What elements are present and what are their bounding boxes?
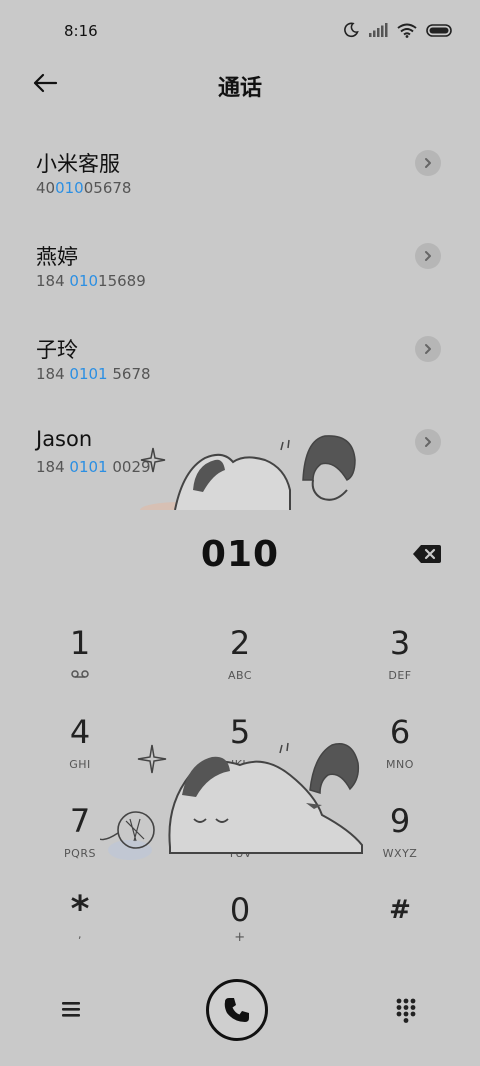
number-match: 0101 bbox=[69, 365, 108, 383]
chevron-right-icon bbox=[425, 158, 431, 168]
key-letters: TUV bbox=[228, 847, 252, 860]
chevron-right-icon bbox=[425, 437, 431, 447]
dialed-number: 010 bbox=[200, 534, 280, 575]
contact-detail-button[interactable] bbox=[415, 150, 441, 176]
status-icons bbox=[343, 22, 452, 38]
key-8[interactable]: 8 TUV bbox=[180, 803, 300, 883]
key-digit: 3 bbox=[389, 624, 411, 662]
key-digit: 8 bbox=[229, 802, 251, 840]
battery-icon bbox=[426, 23, 452, 37]
backspace-button[interactable] bbox=[412, 544, 442, 566]
key-6[interactable]: 6 MNO bbox=[340, 714, 460, 794]
key-digit: 5 bbox=[229, 713, 251, 751]
key-hash[interactable]: # bbox=[340, 892, 460, 972]
number-prefix: 184 bbox=[36, 458, 70, 476]
dial-display: 010 bbox=[0, 530, 480, 580]
number-prefix: 184 bbox=[36, 272, 70, 290]
contact-detail-button[interactable] bbox=[415, 336, 441, 362]
key-2[interactable]: 2 ABC bbox=[180, 625, 300, 705]
number-suffix: 5678 bbox=[107, 365, 151, 383]
key-3[interactable]: 3 DEF bbox=[340, 625, 460, 705]
number-suffix: 15689 bbox=[98, 272, 146, 290]
status-bar: 8:16 bbox=[0, 0, 480, 60]
key-letters: + bbox=[234, 930, 246, 945]
moon-icon bbox=[344, 22, 359, 38]
number-match: 0101 bbox=[69, 458, 108, 476]
key-letters: MNO bbox=[386, 758, 414, 771]
dialpad-icon bbox=[396, 998, 416, 1023]
number-suffix: 05678 bbox=[83, 179, 132, 197]
contact-detail-button[interactable] bbox=[415, 429, 441, 455]
signal-icon bbox=[369, 23, 388, 37]
key-letters bbox=[340, 936, 460, 950]
key-5[interactable]: 5 JKL bbox=[180, 714, 300, 794]
bottom-bar bbox=[0, 975, 480, 1055]
chevron-right-icon bbox=[425, 344, 431, 354]
contact-number: 184 01015689 bbox=[36, 272, 146, 290]
contact-name: 子玲 bbox=[36, 338, 78, 362]
key-letters: ABC bbox=[227, 669, 253, 682]
key-digit: 2 bbox=[229, 624, 251, 662]
key-letters: , bbox=[78, 928, 82, 941]
key-digit: 1 bbox=[69, 624, 91, 662]
key-digit: # bbox=[389, 895, 411, 925]
contact-item[interactable]: 子玲 184 0101 5678 bbox=[0, 316, 480, 396]
menu-button[interactable] bbox=[60, 999, 88, 1023]
key-0[interactable]: 0 + bbox=[180, 892, 300, 972]
key-digit: * bbox=[70, 889, 90, 930]
number-prefix: 40 bbox=[36, 179, 56, 197]
key-9[interactable]: 9 WXYZ bbox=[340, 803, 460, 883]
contact-number: 184 0101 0029 bbox=[36, 458, 151, 476]
key-letters: DEF bbox=[388, 669, 412, 682]
contact-detail-button[interactable] bbox=[415, 243, 441, 269]
dialpad-toggle-button[interactable] bbox=[395, 997, 419, 1025]
key-4[interactable]: 4 GHI bbox=[20, 714, 140, 794]
contact-item[interactable]: 燕婷 184 01015689 bbox=[0, 223, 480, 303]
chevron-right-icon bbox=[425, 251, 431, 261]
wifi-icon bbox=[397, 23, 417, 38]
number-match: 010 bbox=[69, 272, 99, 290]
contact-name: 小米客服 bbox=[36, 152, 120, 176]
status-time: 8:16 bbox=[64, 22, 98, 40]
key-1[interactable]: 1 bbox=[20, 625, 140, 705]
contact-name: 燕婷 bbox=[36, 245, 78, 269]
contact-item[interactable]: Jason 184 0101 0029 bbox=[0, 409, 480, 489]
number-suffix: 0029 bbox=[107, 458, 151, 476]
backspace-icon bbox=[413, 545, 441, 563]
voicemail-icon bbox=[20, 669, 140, 683]
contact-number: 4001005678 bbox=[36, 179, 131, 197]
key-digit: 9 bbox=[389, 802, 411, 840]
number-match: 010 bbox=[55, 179, 84, 197]
key-star[interactable]: * , bbox=[20, 892, 140, 972]
key-digit: 6 bbox=[389, 713, 411, 751]
page-title: 通话 bbox=[217, 76, 262, 101]
key-digit: 0 bbox=[229, 891, 251, 929]
number-prefix: 184 bbox=[36, 365, 70, 383]
contact-number: 184 0101 5678 bbox=[36, 365, 151, 383]
call-button[interactable] bbox=[206, 979, 268, 1041]
key-letters: WXYZ bbox=[382, 847, 418, 860]
header: 通话 bbox=[0, 60, 480, 106]
phone-icon bbox=[224, 998, 249, 1022]
contact-name: Jason bbox=[36, 427, 93, 451]
menu-icon bbox=[62, 1002, 80, 1017]
contact-item[interactable]: 小米客服 4001005678 bbox=[0, 130, 480, 210]
key-digit: 7 bbox=[69, 802, 91, 840]
key-7[interactable]: 7 PQRS bbox=[20, 803, 140, 883]
key-letters: JKL bbox=[230, 758, 250, 771]
key-digit: 4 bbox=[69, 713, 91, 751]
key-letters: GHI bbox=[69, 758, 91, 771]
key-letters: PQRS bbox=[64, 847, 96, 860]
